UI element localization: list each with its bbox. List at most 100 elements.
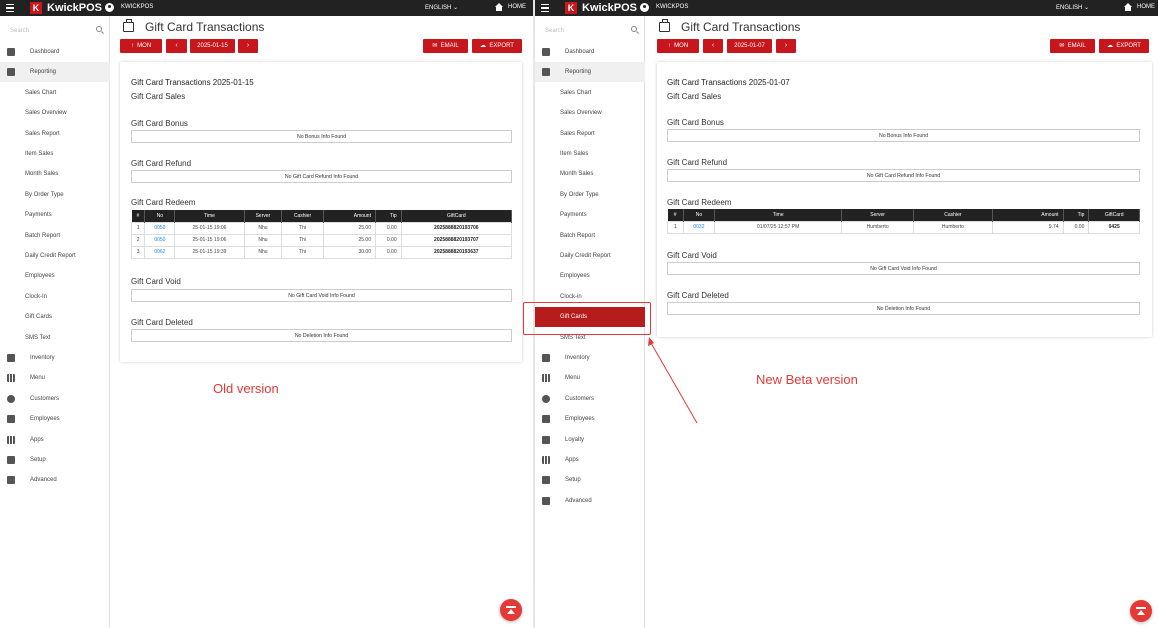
sidebar-item-daily-credit-report[interactable]: Daily Credit Report <box>535 246 645 266</box>
cloud-upload-icon: ☁ <box>480 43 487 49</box>
sidebar-item-employees[interactable]: Employees <box>535 409 645 429</box>
home-link[interactable]: HOME <box>508 4 526 10</box>
sidebar-item-sales-chart[interactable]: Sales Chart <box>535 83 645 103</box>
table-cell: 1 <box>667 220 684 234</box>
sidebar-item-payments[interactable]: Payments <box>535 205 645 225</box>
home-icon[interactable] <box>1124 3 1132 11</box>
brand-name: KwickPOS <box>47 2 103 14</box>
sidebar-item-advanced[interactable]: Advanced <box>0 470 110 490</box>
search-placeholder: Search <box>10 28 30 34</box>
language-selector[interactable]: ENGLISH ⌄ <box>1056 4 1089 11</box>
search-icon[interactable] <box>631 26 637 32</box>
sidebar-item-reporting[interactable]: Reporting <box>535 62 645 83</box>
account-icon[interactable] <box>105 3 114 12</box>
language-selector[interactable]: ENGLISH ⌄ <box>425 4 458 11</box>
export-button[interactable]: ☁ EXPORT <box>1099 39 1149 53</box>
export-button[interactable]: ☁ EXPORT <box>472 39 522 53</box>
sidebar-item-month-sales[interactable]: Month Sales <box>0 164 110 184</box>
sidebar-item-by-order-type[interactable]: By Order Type <box>535 185 645 205</box>
sidebar-item-item-sales[interactable]: Item Sales <box>535 144 645 164</box>
sidebar-item-by-order-type[interactable]: By Order Type <box>0 185 110 205</box>
order-number-link[interactable]: 0062 <box>144 245 176 259</box>
sidebar-item-sales-chart[interactable]: Sales Chart <box>0 83 110 103</box>
email-button[interactable]: ✉ EMAIL <box>1050 39 1095 53</box>
arrow-up-icon: ↑ <box>130 43 134 49</box>
report-card: Gift Card Transactions 2025-01-15 Gift C… <box>120 62 522 362</box>
arrow-up-icon: ↑ <box>667 43 671 49</box>
sidebar-item-dashboard[interactable]: Dashboard <box>0 42 110 62</box>
sidebar-item-setup[interactable]: Setup <box>0 450 110 470</box>
search-input[interactable]: Search <box>535 21 645 41</box>
sidebar-item-inventory[interactable]: Inventory <box>0 348 110 368</box>
sidebar-item-clock-in[interactable]: Clock-In <box>0 287 110 307</box>
period-button[interactable]: ↑ MON <box>657 39 699 53</box>
hamburger-menu-icon[interactable] <box>541 2 549 13</box>
sidebar-item-sales-overview[interactable]: Sales Overview <box>535 103 645 123</box>
sidebar-item-payments[interactable]: Payments <box>0 205 110 225</box>
sidebar-item-item-sales[interactable]: Item Sales <box>0 144 110 164</box>
period-button[interactable]: ↑ MON <box>120 39 162 53</box>
sidebar-item-employees[interactable]: Employees <box>0 266 110 286</box>
bonus-empty-state: No Bonus Info Found <box>667 129 1140 142</box>
sidebar-item-employees[interactable]: Employees <box>0 409 110 429</box>
chevron-right-icon: › <box>784 42 788 49</box>
scroll-to-top-button[interactable] <box>1130 600 1152 622</box>
order-number-link[interactable]: 0050 <box>144 233 176 247</box>
chevron-down-icon: ⌄ <box>453 5 459 11</box>
chevron-left-icon: ‹ <box>175 42 178 49</box>
home-link[interactable]: HOME <box>1137 4 1155 10</box>
sidebar-item-setup[interactable]: Setup <box>535 470 645 490</box>
sidebar-item-advanced[interactable]: Advanced <box>535 491 645 511</box>
sidebar-item-label: Payments <box>25 212 52 219</box>
envelope-icon: ✉ <box>1059 43 1065 49</box>
sidebar-item-sms-text[interactable]: SMS Text <box>0 328 110 348</box>
scroll-to-top-button[interactable] <box>500 599 522 621</box>
sidebar-item-apps[interactable]: Apps <box>0 430 110 450</box>
table-cell: 1 <box>130 221 146 235</box>
email-button[interactable]: ✉ EMAIL <box>423 39 468 53</box>
sidebar-item-customers[interactable]: Customers <box>535 389 645 409</box>
sidebar-item-label: Item Sales <box>25 151 54 157</box>
next-date-button[interactable]: › <box>776 39 796 53</box>
sidebar-item-menu[interactable]: Menu <box>0 368 110 388</box>
home-icon[interactable] <box>495 3 503 11</box>
gift-card-icon <box>659 19 670 32</box>
sidebar-item-gift-cards[interactable]: Gift Cards <box>0 307 110 327</box>
sidebar-item-sales-report[interactable]: Sales Report <box>0 124 110 144</box>
date-picker-button[interactable]: 2025-01-15 <box>190 39 235 53</box>
table-cell: 2025888820193706 <box>400 221 513 235</box>
sidebar-item-daily-credit-report[interactable]: Daily Credit Report <box>0 246 110 266</box>
sidebar-item-label: Daily Credit Report <box>25 253 76 259</box>
sidebar-item-dashboard[interactable]: Dashboard <box>535 42 645 62</box>
export-label: EXPORT <box>1116 43 1141 49</box>
search-input[interactable]: Search <box>0 21 110 41</box>
sidebar-item-label: Apps <box>30 436 44 443</box>
sidebar-item-batch-report[interactable]: Batch Report <box>535 226 645 246</box>
sidebar-item-employees[interactable]: Employees <box>535 266 645 286</box>
hamburger-menu-icon[interactable] <box>6 2 14 13</box>
inventory-icon <box>542 354 550 362</box>
account-icon[interactable] <box>640 3 649 12</box>
sidebar-item-menu[interactable]: Menu <box>535 368 645 388</box>
sidebar-item-customers[interactable]: Customers <box>0 389 110 409</box>
next-date-button[interactable]: › <box>238 39 258 53</box>
void-empty-state: No Gift Card Void Info Found <box>667 262 1140 275</box>
table-cell: 25-01-15 19:39 <box>174 245 245 259</box>
order-number-link[interactable]: 0050 <box>144 221 176 235</box>
sidebar-item-label: Employees <box>30 416 60 423</box>
sidebar-item-label: Sales Chart <box>25 89 57 96</box>
sidebar-item-reporting[interactable]: Reporting <box>0 62 110 83</box>
previous-date-button[interactable]: ‹ <box>166 39 187 53</box>
previous-date-button[interactable]: ‹ <box>703 39 723 53</box>
date-picker-button[interactable]: 2025-01-07 <box>727 39 772 53</box>
sidebar-item-batch-report[interactable]: Batch Report <box>0 226 110 246</box>
order-number-link[interactable]: 0032 <box>682 220 716 234</box>
sidebar-item-sales-report[interactable]: Sales Report <box>535 124 645 144</box>
search-icon[interactable] <box>96 26 102 32</box>
sidebar-item-inventory[interactable]: Inventory <box>535 348 645 368</box>
sidebar-item-loyalty[interactable]: Loyalty <box>535 430 645 450</box>
sidebar-item-apps[interactable]: Apps <box>535 450 645 470</box>
table-cell: Thi <box>281 233 324 247</box>
sidebar-item-month-sales[interactable]: Month Sales <box>535 164 645 184</box>
sidebar-item-sales-overview[interactable]: Sales Overview <box>0 103 110 123</box>
